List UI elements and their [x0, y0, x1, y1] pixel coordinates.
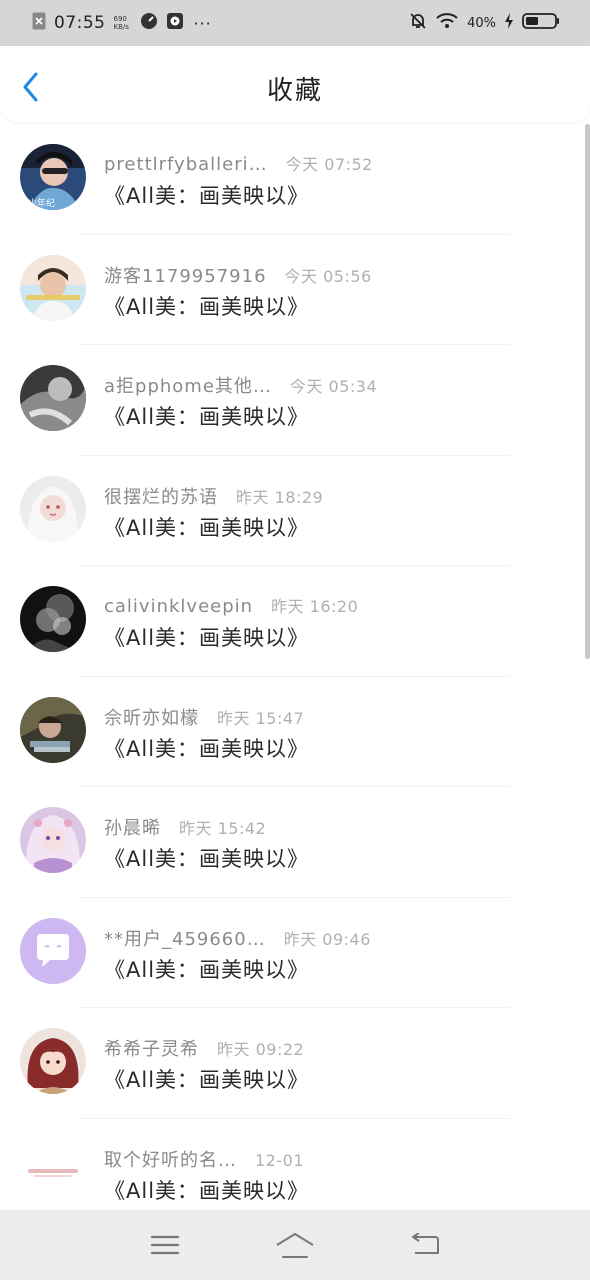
item-meta: 游客1179957916 今天 05:56	[104, 262, 372, 288]
avatar[interactable]	[20, 254, 86, 321]
system-nav-bar	[0, 1210, 590, 1280]
username[interactable]: prettlrfyballeri…	[104, 154, 268, 175]
favorite-title[interactable]: 《All美：画美映以》	[104, 512, 309, 542]
list-item[interactable]: 少年纪 prettlrfyballeri… 今天 07:52 《All美：画美映…	[0, 124, 590, 235]
favorite-title[interactable]: 《All美：画美映以》	[104, 733, 309, 763]
timestamp: 12-01	[255, 1150, 304, 1170]
list-item[interactable]: calivinklveepin 昨天 16:20 《All美：画美映以》	[0, 566, 590, 677]
back-nav-button[interactable]	[403, 1227, 447, 1263]
sim-icon	[32, 12, 46, 34]
username[interactable]: 很摆烂的苏语	[104, 483, 218, 509]
charging-icon	[504, 12, 514, 34]
favorite-title[interactable]: 《All美：画美映以》	[104, 401, 309, 431]
home-icon	[276, 1233, 314, 1258]
favorite-title[interactable]: 《All美：画美映以》	[104, 1175, 309, 1205]
item-meta: 很摆烂的苏语 昨天 18:29	[104, 483, 323, 509]
wifi-icon	[435, 12, 459, 34]
bell-muted-icon	[409, 12, 427, 34]
item-meta: 取个好听的名… 12-01	[104, 1146, 304, 1172]
favorite-title[interactable]: 《All美：画美映以》	[104, 1064, 309, 1094]
status-bar-left: 07:55 690 KB/s ···	[32, 12, 212, 34]
scrollbar[interactable]	[585, 124, 590, 659]
avatar[interactable]	[20, 807, 86, 873]
home-button[interactable]	[273, 1227, 317, 1263]
username[interactable]: a拒pphome其他…	[104, 372, 272, 398]
avatar[interactable]	[20, 586, 86, 652]
username[interactable]: 希希子灵希	[104, 1035, 199, 1061]
username[interactable]: 佘昕亦如檬	[104, 704, 199, 730]
battery-percent: 40%	[467, 15, 496, 31]
avatar-caption: 少年纪	[28, 197, 55, 209]
timestamp: 昨天 09:22	[217, 1040, 305, 1059]
list-item[interactable]: 希希子灵希 昨天 09:22 《All美：画美映以》	[0, 1008, 590, 1119]
favorite-title[interactable]: 《All美：画美映以》	[104, 843, 309, 873]
timestamp: 昨天 09:46	[283, 929, 371, 949]
favorites-list: 少年纪 prettlrfyballeri… 今天 07:52 《All美：画美映…	[0, 124, 590, 1210]
menu-button[interactable]	[143, 1227, 187, 1263]
status-bar-right: 40%	[409, 12, 560, 34]
page-title: 收藏	[266, 76, 323, 106]
network-speed: 690 KB/s	[113, 15, 129, 31]
default-avatar-icon	[20, 917, 86, 984]
avatar[interactable]	[20, 696, 86, 763]
item-meta: calivinklveepin 昨天 16:20	[104, 593, 358, 617]
list-item[interactable]: 佘昕亦如檬 昨天 15:47 《All美：画美映以》	[0, 677, 590, 787]
timestamp: 昨天 15:42	[179, 819, 267, 838]
username[interactable]: 孙晨晞	[104, 814, 161, 840]
username[interactable]: calivinklveepin	[104, 596, 253, 617]
clock: 07:55	[54, 13, 106, 33]
username[interactable]: **用户_459660…	[104, 925, 266, 951]
item-meta: 希希子灵希 昨天 09:22	[104, 1035, 304, 1061]
avatar[interactable]	[20, 1138, 86, 1205]
timestamp: 今天 05:56	[284, 266, 372, 286]
list-item[interactable]: a拒pphome其他… 今天 05:34 《All美：画美映以》	[0, 345, 590, 456]
media-icon	[166, 12, 184, 34]
avatar[interactable]	[20, 365, 86, 431]
app-header: 收藏	[0, 46, 590, 122]
more-notifications: ···	[193, 13, 212, 33]
avatar[interactable]: 少年纪	[20, 144, 86, 210]
status-bar: 07:55 690 KB/s ··· 40%	[0, 0, 590, 46]
battery-icon	[522, 12, 560, 34]
favorite-title[interactable]: 《All美：画美映以》	[104, 622, 309, 652]
username[interactable]: 取个好听的名…	[104, 1146, 237, 1172]
menu-icon	[150, 1235, 180, 1255]
list-item[interactable]: 很摆烂的苏语 昨天 18:29 《All美：画美映以》	[0, 456, 590, 566]
avatar[interactable]	[20, 1028, 86, 1094]
avatar[interactable]	[20, 475, 86, 542]
return-icon	[412, 1233, 439, 1254]
timestamp: 昨天 18:29	[236, 487, 324, 507]
list-item[interactable]: 取个好听的名… 12-01 《All美：画美映以》	[0, 1119, 590, 1211]
list-item[interactable]: 孙晨晞 昨天 15:42 《All美：画美映以》	[0, 787, 590, 898]
item-meta: a拒pphome其他… 今天 05:34	[104, 372, 377, 398]
list-item[interactable]: 游客1179957916 今天 05:56 《All美：画美映以》	[0, 235, 590, 345]
item-meta: 孙晨晞 昨天 15:42	[104, 814, 266, 840]
timestamp: 今天 07:52	[285, 155, 373, 174]
avatar[interactable]	[20, 917, 86, 984]
item-meta: 佘昕亦如檬 昨天 15:47	[104, 704, 304, 730]
timestamp: 昨天 16:20	[271, 597, 359, 616]
username[interactable]: 游客1179957916	[104, 262, 267, 288]
timestamp: 昨天 15:47	[217, 708, 305, 728]
item-meta: prettlrfyballeri… 今天 07:52	[104, 151, 373, 175]
favorite-title[interactable]: 《All美：画美映以》	[104, 954, 309, 984]
timestamp: 今天 05:34	[289, 377, 378, 396]
list-item[interactable]: **用户_459660… 昨天 09:46 《All美：画美映以》	[0, 898, 590, 1008]
item-meta: **用户_459660… 昨天 09:46	[104, 925, 371, 951]
speedometer-icon	[140, 12, 158, 34]
favorite-title[interactable]: 《All美：画美映以》	[104, 291, 309, 321]
favorite-title[interactable]: 《All美：画美映以》	[104, 180, 309, 210]
